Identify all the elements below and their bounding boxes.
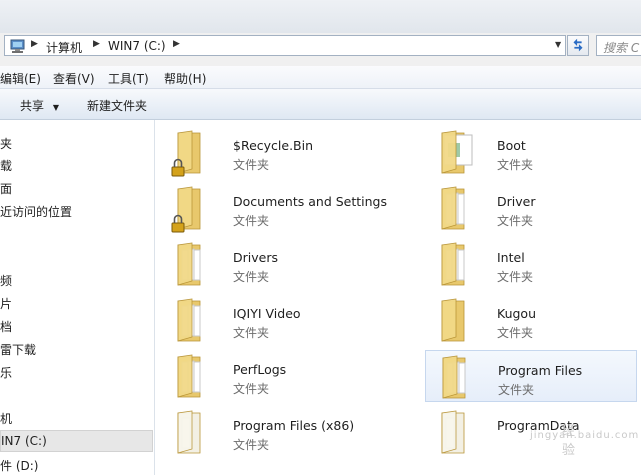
nav-item[interactable]: 夹 <box>0 135 12 152</box>
nav-item-computer[interactable]: 机 <box>0 410 12 427</box>
nav-item-thunder-downloads[interactable]: 雷下载 <box>0 341 36 358</box>
file-item[interactable]: Kugou 文件夹 <box>425 294 637 346</box>
refresh-button[interactable] <box>567 35 589 56</box>
file-item[interactable]: Drivers 文件夹 <box>161 238 373 290</box>
folder-icon <box>170 241 218 289</box>
file-name: Driver <box>497 194 536 209</box>
search-input[interactable]: 搜索 C <box>596 35 641 56</box>
file-item[interactable]: Program Files (x86) 文件夹 <box>161 406 373 458</box>
nav-item[interactable]: 面 <box>0 180 12 197</box>
chevron-down-icon: ▼ <box>52 103 59 112</box>
file-item[interactable]: Program Files 文件夹 <box>425 350 637 402</box>
folder-icon <box>434 241 482 289</box>
file-item[interactable]: PerfLogs 文件夹 <box>161 350 373 402</box>
file-name: Documents and Settings <box>233 194 388 209</box>
nav-item-pictures[interactable]: 片 <box>0 295 12 312</box>
breadcrumb-arrow-icon[interactable]: ▶ <box>173 39 180 49</box>
file-name: $Recycle.Bin <box>233 138 314 153</box>
file-name: Program Files (x86) <box>233 418 355 433</box>
folder-icon <box>435 354 483 402</box>
file-type: 文件夹 <box>233 158 270 172</box>
folder-icon <box>434 129 482 177</box>
navigation-pane: 夹 载 面 近访问的位置 频 片 档 雷下载 乐 机 IN7 (C:) 件 (D… <box>0 120 155 475</box>
breadcrumb-computer[interactable]: 计算机 <box>46 39 82 56</box>
file-item[interactable]: $Recycle.Bin 文件夹 <box>161 126 373 178</box>
file-type: 文件夹 <box>233 214 270 228</box>
nav-item-documents[interactable]: 档 <box>0 318 12 335</box>
file-item[interactable]: IQIYI Video 文件夹 <box>161 294 373 346</box>
share-label: 共享 <box>20 99 45 113</box>
nav-item-drive-c[interactable]: IN7 (C:) <box>0 430 153 452</box>
nav-item[interactable]: 载 <box>0 157 12 174</box>
file-type: 文件夹 <box>233 326 270 340</box>
file-type: 文件夹 <box>233 438 270 452</box>
locked-folder-icon <box>170 185 218 233</box>
refresh-icon <box>573 38 583 52</box>
file-name: PerfLogs <box>233 362 287 377</box>
breadcrumb-arrow-icon[interactable]: ▶ <box>31 39 38 49</box>
menu-edit[interactable]: 编辑(E) <box>0 70 41 87</box>
file-type: 文件夹 <box>497 214 534 228</box>
command-bar: 共享 ▼ 新建文件夹 <box>0 89 641 120</box>
address-bar[interactable]: ▶ 计算机 ▶ WIN7 (C:) ▶ ▼ <box>4 35 566 56</box>
folder-icon <box>170 297 218 345</box>
watermark-url: jingyan.baidu.com <box>530 430 640 441</box>
file-name: IQIYI Video <box>233 306 301 321</box>
breadcrumb-arrow-icon[interactable]: ▶ <box>93 39 100 49</box>
folder-icon <box>434 297 482 345</box>
file-name: Program Files <box>498 363 583 378</box>
folder-icon <box>170 353 218 401</box>
nav-item-music[interactable]: 乐 <box>0 364 12 381</box>
nav-item-videos[interactable]: 频 <box>0 272 12 289</box>
file-item[interactable]: Documents and Settings 文件夹 <box>161 182 387 234</box>
folder-icon <box>170 409 218 457</box>
menu-help[interactable]: 帮助(H) <box>164 70 206 87</box>
chevron-down-icon[interactable]: ▼ <box>555 40 561 49</box>
file-item[interactable]: Intel 文件夹 <box>425 238 637 290</box>
folder-icon <box>434 185 482 233</box>
breadcrumb-drive[interactable]: WIN7 (C:) <box>108 39 166 53</box>
file-type: 文件夹 <box>498 383 535 397</box>
share-button[interactable]: 共享 ▼ <box>20 97 59 114</box>
menu-bar: 编辑(E) 查看(V) 工具(T) 帮助(H) <box>0 66 641 89</box>
computer-icon <box>10 39 25 53</box>
file-name: Intel <box>497 250 525 265</box>
file-name: Boot <box>497 138 526 153</box>
file-name: Drivers <box>233 250 278 265</box>
menu-view[interactable]: 查看(V) <box>53 70 95 87</box>
nav-item-recent-places[interactable]: 近访问的位置 <box>0 203 72 220</box>
file-type: 文件夹 <box>497 158 534 172</box>
file-item[interactable]: Driver 文件夹 <box>425 182 637 234</box>
file-type: 文件夹 <box>233 382 270 396</box>
file-type: 文件夹 <box>233 270 270 284</box>
file-type: 文件夹 <box>497 270 534 284</box>
title-bar <box>0 0 641 33</box>
menu-tools[interactable]: 工具(T) <box>108 70 149 87</box>
new-folder-button[interactable]: 新建文件夹 <box>87 97 147 114</box>
locked-folder-icon <box>170 129 218 177</box>
file-name: Kugou <box>497 306 537 321</box>
folder-icon <box>434 409 482 457</box>
file-item[interactable]: Boot 文件夹 <box>425 126 637 178</box>
file-type: 文件夹 <box>497 326 534 340</box>
nav-item-drive-d[interactable]: 件 (D:) <box>0 457 38 474</box>
